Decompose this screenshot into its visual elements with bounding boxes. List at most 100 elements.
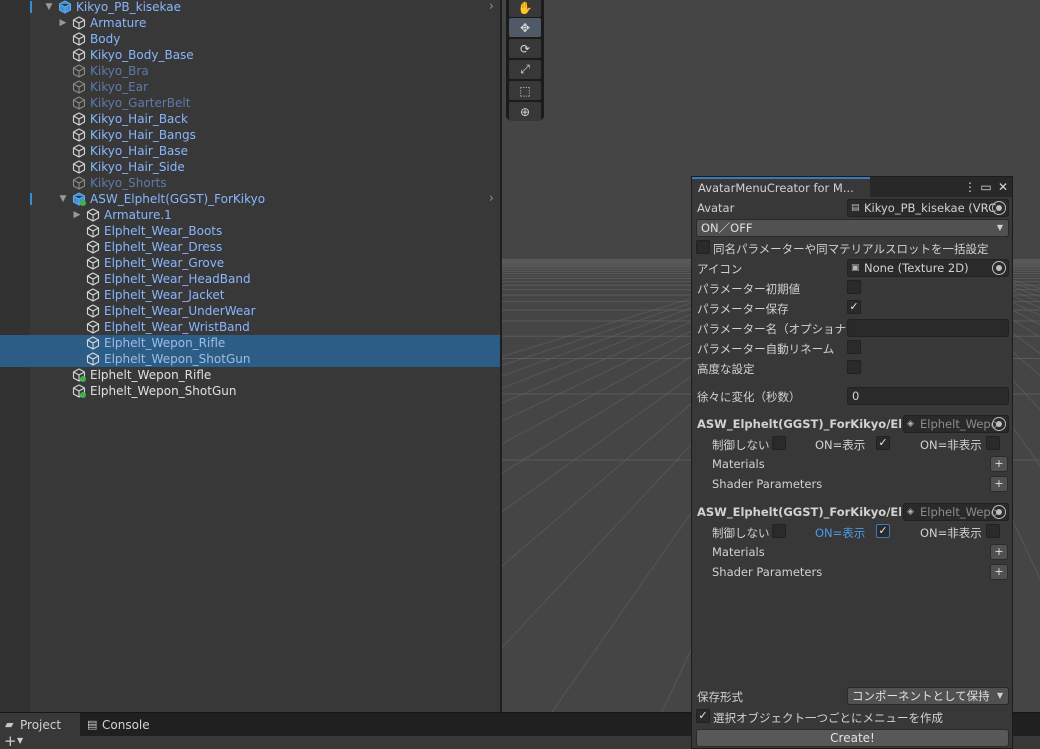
console-icon: ▤ (87, 718, 98, 731)
hierarchy-row[interactable]: Kikyo_Shorts (0, 175, 500, 191)
hierarchy-row[interactable]: Kikyo_Hair_Bangs (0, 127, 500, 143)
hierarchy-row-label: Elphelt_Wear_Grove (104, 256, 225, 270)
save-format-dropdown[interactable]: コンポーネントとして保持 ▼ (847, 687, 1009, 705)
expanded-arrow-icon[interactable]: ▼ (43, 0, 55, 15)
prefab-override-marker (30, 1, 32, 13)
hierarchy-row[interactable]: Elphelt_Wear_HeadBand (0, 271, 500, 287)
transform-tool-icon[interactable]: ⊕ (509, 102, 541, 121)
save-format-value: コンポーネントとして保持 (852, 689, 990, 703)
tab-console[interactable]: ▤ Console (82, 713, 162, 737)
on-hide-checkbox-1[interactable] (986, 436, 1000, 450)
hierarchy-row[interactable]: Elphelt_Wear_Grove (0, 255, 500, 271)
hierarchy-row-label: Elphelt_Wear_HeadBand (104, 272, 251, 286)
hierarchy-row[interactable]: Kikyo_GarterBelt (0, 95, 500, 111)
advanced-checkbox[interactable] (847, 360, 861, 374)
target-object-value-2: Elphelt_Wepo (920, 505, 998, 519)
param-name-input[interactable] (847, 319, 1009, 337)
collapsed-arrow-icon[interactable]: ▶ (71, 207, 83, 223)
move-tool-icon[interactable]: ✥ (509, 18, 541, 37)
object-picker-icon[interactable] (992, 261, 1006, 275)
param-rename-checkbox[interactable] (847, 340, 861, 354)
close-icon[interactable]: ✕ (996, 179, 1010, 195)
hierarchy-row[interactable]: Elphelt_Wear_Jacket (0, 287, 500, 303)
rotate-tool-icon[interactable]: ⟳ (509, 39, 541, 58)
add-icon[interactable]: + (4, 732, 17, 749)
param-default-label: パラメーター初期値 (697, 282, 801, 296)
target-object-field-1[interactable]: ◈ Elphelt_Wepo (903, 415, 1009, 433)
hierarchy-row-label: Armature.1 (104, 208, 172, 222)
collapsed-arrow-icon[interactable]: ▶ (57, 15, 69, 31)
add-shader-param-button-2[interactable]: + (990, 564, 1008, 580)
hierarchy-row[interactable]: ▼ ASW_Elphelt(GGST)_ForKikyo › (0, 191, 500, 207)
hierarchy-row[interactable]: Kikyo_Hair_Back (0, 111, 500, 127)
transition-label: 徐々に変化（秒数） (697, 390, 801, 404)
prefab-cube-icon (72, 80, 86, 94)
add-material-button-2[interactable]: + (990, 544, 1008, 560)
transition-input[interactable]: 0 (847, 387, 1009, 405)
rect-tool-icon[interactable]: ⬚ (509, 81, 541, 100)
on-show-checkbox-2[interactable]: ✓ (876, 524, 890, 538)
hierarchy-row[interactable]: Elphelt_Wepon_Rifle (0, 367, 500, 383)
hierarchy-row-label: Kikyo_Body_Base (90, 48, 194, 62)
object-picker-icon[interactable] (992, 417, 1006, 431)
per-object-menu-checkbox[interactable]: ✓ (696, 709, 710, 723)
target-object-field-2[interactable]: ◈ Elphelt_Wepo (903, 503, 1009, 521)
chevron-right-icon[interactable]: › (489, 0, 494, 15)
hierarchy-row[interactable]: ▼ Kikyo_PB_kisekae › (0, 0, 500, 15)
no-control-checkbox-1[interactable] (772, 436, 786, 450)
per-object-menu-label: 選択オブジェクト一つごとにメニューを作成 (713, 711, 943, 725)
hierarchy-row[interactable]: Elphelt_Wepon_ShotGun (0, 351, 500, 367)
add-shader-param-button-1[interactable]: + (990, 476, 1008, 492)
kebab-menu-icon[interactable]: ⋮ (963, 179, 977, 195)
hand-tool-icon[interactable]: ✋ (509, 0, 541, 17)
object-picker-icon[interactable] (992, 505, 1006, 519)
hierarchy-row[interactable]: Elphelt_Wepon_ShotGun (0, 383, 500, 399)
prefab-cube-icon (72, 96, 86, 110)
hierarchy-row-label: Elphelt_Wear_Jacket (104, 288, 225, 302)
hierarchy-row[interactable]: ▶ Armature (0, 15, 500, 31)
prefab-cube-icon (86, 256, 100, 270)
on-hide-checkbox-2[interactable] (986, 524, 1000, 538)
hierarchy-row[interactable]: Kikyo_Ear (0, 79, 500, 95)
window-tab[interactable]: AvatarMenuCreator for M... (692, 177, 870, 197)
chevron-right-icon[interactable]: › (489, 191, 494, 207)
avatar-field[interactable]: ▤ Kikyo_PB_kisekae (VRC (847, 199, 1009, 217)
hierarchy-row-label: ASW_Elphelt(GGST)_ForKikyo (90, 192, 266, 206)
object-picker-icon[interactable] (992, 201, 1006, 215)
hierarchy-row[interactable]: Kikyo_Hair_Side (0, 159, 500, 175)
on-show-checkbox-1[interactable]: ✓ (876, 436, 890, 450)
hierarchy-row[interactable]: Kikyo_Bra (0, 63, 500, 79)
on-hide-label-2: ON=非表示 (920, 526, 982, 540)
materials-label-2: Materials (712, 545, 765, 559)
hierarchy-row[interactable]: Elphelt_Wear_Dress (0, 239, 500, 255)
hierarchy-row[interactable]: Elphelt_Wear_WristBand (0, 319, 500, 335)
hierarchy-row[interactable]: Kikyo_Body_Base (0, 47, 500, 63)
param-default-checkbox[interactable] (847, 280, 861, 294)
mode-dropdown-value: ON／OFF (701, 221, 753, 235)
icon-field[interactable]: ▣ None (Texture 2D) (847, 259, 1009, 277)
no-control-checkbox-2[interactable] (772, 524, 786, 538)
prefab-cube-icon (72, 32, 86, 46)
hierarchy-row[interactable]: Elphelt_Wear_Boots (0, 223, 500, 239)
create-button[interactable]: Create! (696, 729, 1009, 747)
bulk-setting-checkbox[interactable] (696, 240, 710, 254)
chevron-down-icon[interactable]: ▼ (17, 736, 23, 745)
expanded-arrow-icon[interactable]: ▼ (57, 191, 69, 207)
hierarchy-row[interactable]: Elphelt_Wepon_Rifle (0, 335, 500, 351)
hierarchy-row-label: Kikyo_Ear (90, 80, 149, 94)
hierarchy-row[interactable]: Body (0, 31, 500, 47)
hierarchy-row[interactable]: Elphelt_Wear_UnderWear (0, 303, 500, 319)
mode-dropdown[interactable]: ON／OFF ▼ (696, 219, 1009, 237)
prefab-cube-icon (86, 352, 100, 366)
hierarchy-row-label: Elphelt_Wepon_ShotGun (90, 384, 237, 398)
add-material-button-1[interactable]: + (990, 456, 1008, 472)
hierarchy-row-label: Kikyo_Hair_Bangs (90, 128, 196, 142)
hierarchy-row[interactable]: ▶ Armature.1 (0, 207, 500, 223)
prefab-cube-icon (72, 112, 86, 126)
scale-tool-icon[interactable]: ⤢ (509, 60, 541, 79)
hierarchy-row-label: Kikyo_PB_kisekae (76, 0, 182, 14)
param-saved-checkbox[interactable]: ✓ (847, 300, 861, 314)
prefab-cube-icon (72, 160, 86, 174)
maximize-icon[interactable]: ▭ (979, 179, 993, 195)
hierarchy-row[interactable]: Kikyo_Hair_Base (0, 143, 500, 159)
